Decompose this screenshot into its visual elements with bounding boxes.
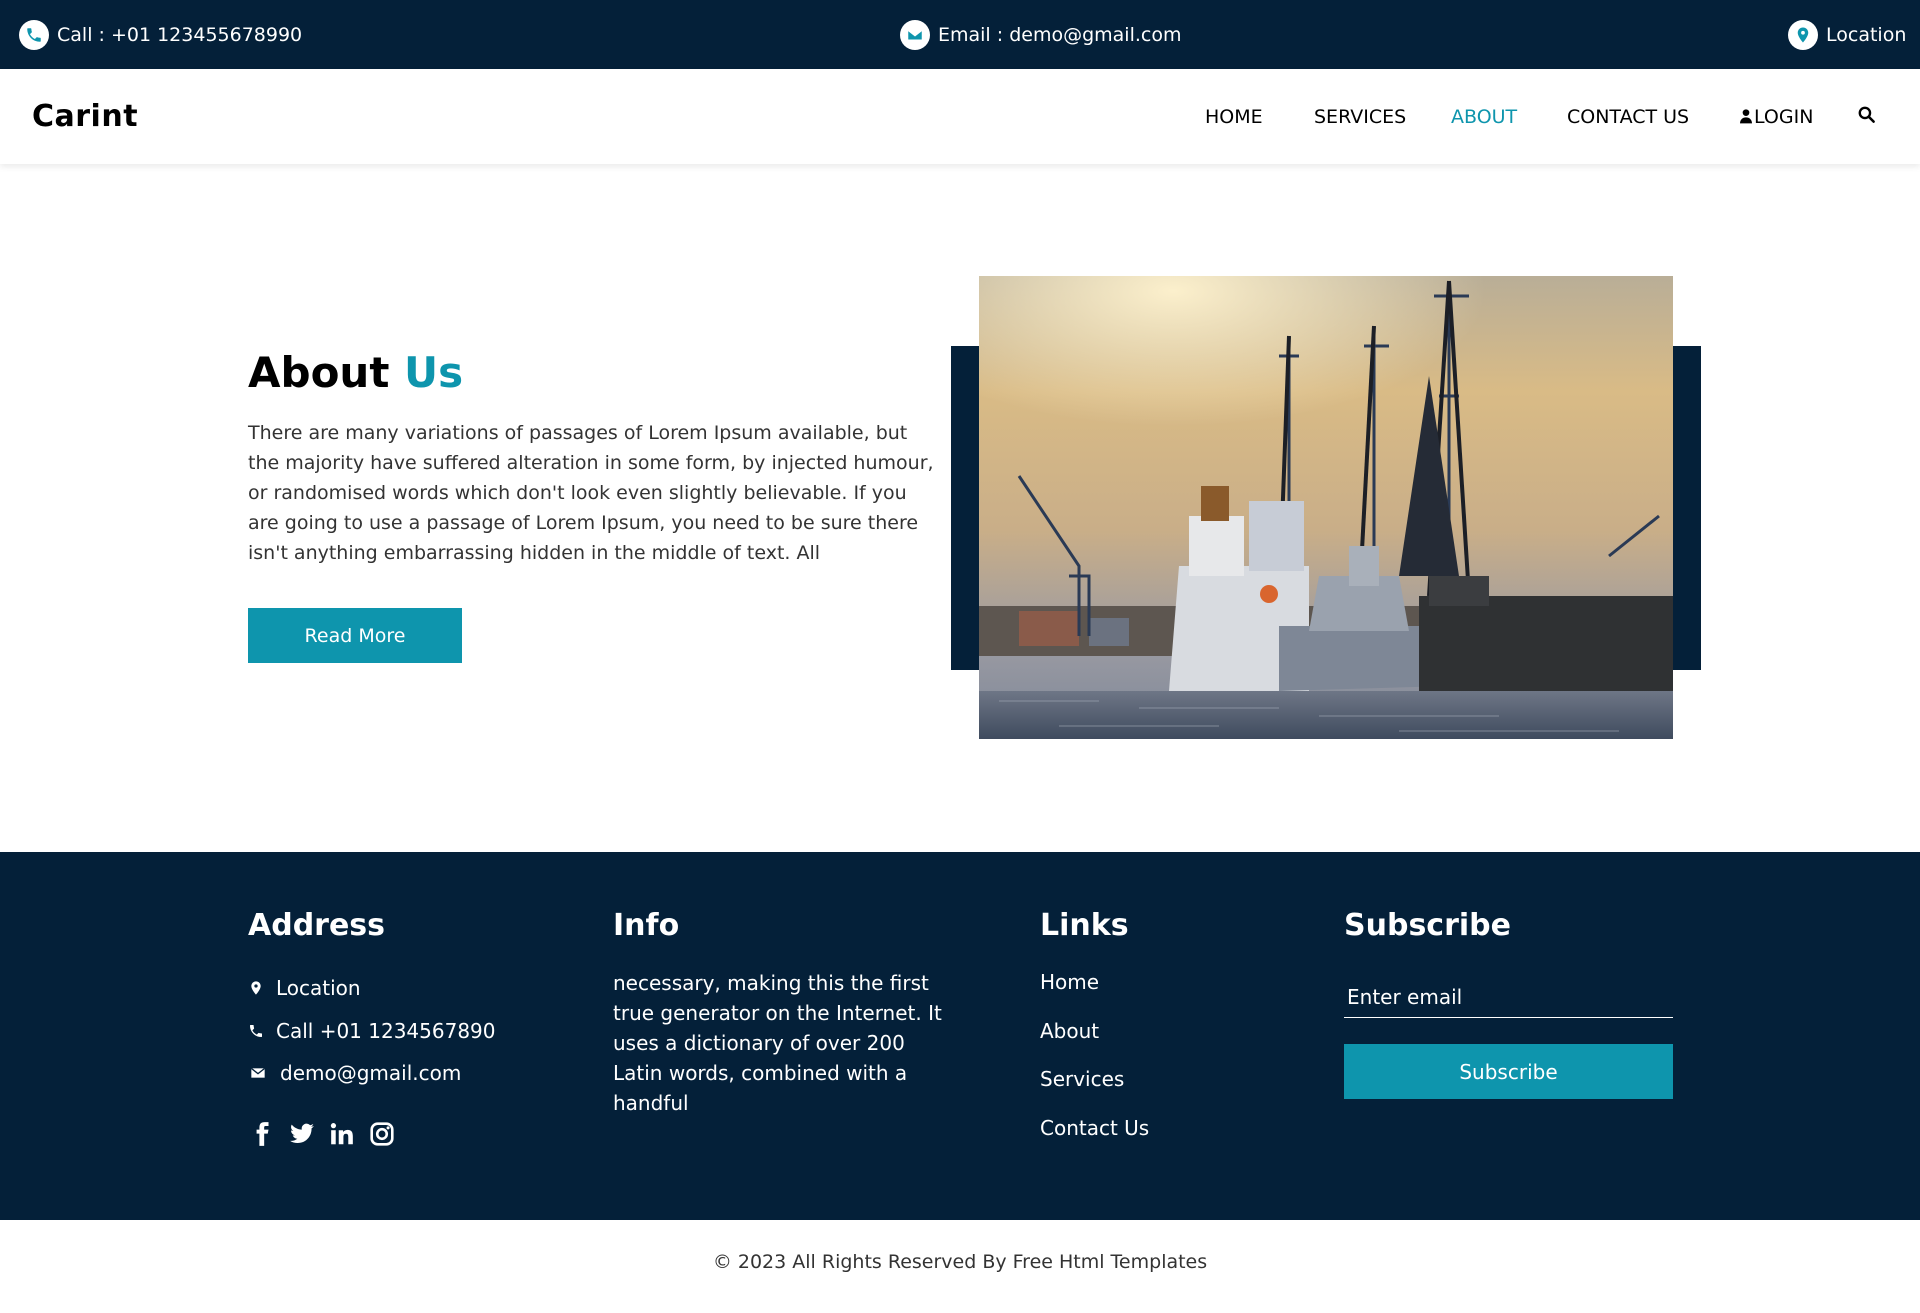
topbar-location-text: Location: [1826, 23, 1907, 46]
search-button[interactable]: [1857, 105, 1876, 128]
linkedin-icon[interactable]: [328, 1120, 356, 1148]
topbar-location[interactable]: Location: [1788, 0, 1906, 69]
search-icon: [1858, 106, 1875, 123]
footer-email[interactable]: demo@gmail.com: [248, 1061, 461, 1085]
nav-home[interactable]: HOME: [1205, 106, 1263, 128]
site-header: Carint HOME SERVICES ABOUT CONTACT US LO…: [0, 69, 1920, 164]
social-links: [248, 1120, 396, 1148]
footer-info-text: necessary, making this the first true ge…: [613, 971, 942, 1115]
top-info-bar: Call : +01 123455678990 Email : demo@gma…: [0, 0, 1920, 69]
phone-icon: [250, 1025, 262, 1037]
nav-contact-us[interactable]: CONTACT US: [1567, 106, 1689, 128]
twitter-icon[interactable]: [288, 1120, 316, 1148]
footer-link-services[interactable]: Services: [1040, 1067, 1124, 1091]
subscribe-email-input[interactable]: [1344, 976, 1673, 1018]
about-heading-main: About: [248, 348, 390, 397]
site-footer: Address Location Call +01 1234567890 dem…: [0, 852, 1920, 1220]
nav-login[interactable]: LOGIN: [1738, 106, 1813, 128]
map-pin-icon: [1788, 19, 1818, 50]
topbar-email[interactable]: Email : demo@gmail.com: [900, 0, 1181, 69]
footer-link-home[interactable]: Home: [1040, 970, 1099, 994]
copyright-text: © 2023 All Rights Reserved By Free Html …: [712, 1250, 1208, 1273]
about-paragraph: There are many variations of passages of…: [248, 422, 934, 564]
footer-email-text: demo@gmail.com: [280, 1061, 462, 1085]
read-more-button[interactable]: Read More: [248, 608, 462, 663]
copyright-bar: © 2023 All Rights Reserved By Free Html …: [0, 1220, 1920, 1313]
topbar-call[interactable]: Call : +01 123455678990: [19, 0, 302, 69]
instagram-icon[interactable]: [368, 1120, 396, 1148]
envelope-icon: [250, 1067, 266, 1078]
nav-about[interactable]: ABOUT: [1451, 106, 1517, 128]
footer-call-text: Call +01 1234567890: [276, 1019, 496, 1043]
about-heading-accent: Us: [404, 348, 464, 397]
harbor-photo: [979, 276, 1673, 739]
topbar-call-text: Call : +01 123455678990: [57, 23, 303, 46]
footer-links-heading: Links: [1040, 908, 1129, 943]
footer-link-about[interactable]: About: [1040, 1019, 1099, 1043]
facebook-icon[interactable]: [248, 1120, 276, 1148]
footer-info-heading: Info: [613, 908, 680, 943]
subscribe-button[interactable]: Subscribe: [1344, 1044, 1673, 1099]
footer-link-contact-us[interactable]: Contact Us: [1040, 1116, 1149, 1140]
topbar-email-text: Email : demo@gmail.com: [938, 23, 1182, 46]
brand-logo[interactable]: Carint: [32, 69, 138, 164]
footer-location[interactable]: Location: [248, 976, 361, 1000]
footer-location-text: Location: [276, 976, 361, 1000]
about-heading: About Us: [248, 348, 463, 397]
footer-call[interactable]: Call +01 1234567890: [248, 1019, 496, 1043]
footer-subscribe-heading: Subscribe: [1344, 908, 1511, 943]
phone-icon: [19, 19, 49, 50]
nav-services[interactable]: SERVICES: [1314, 106, 1406, 128]
envelope-icon: [900, 19, 930, 50]
map-pin-icon: [251, 981, 261, 995]
footer-address-heading: Address: [248, 908, 386, 943]
nav-login-label: LOGIN: [1754, 105, 1814, 128]
user-icon: [1740, 108, 1752, 123]
